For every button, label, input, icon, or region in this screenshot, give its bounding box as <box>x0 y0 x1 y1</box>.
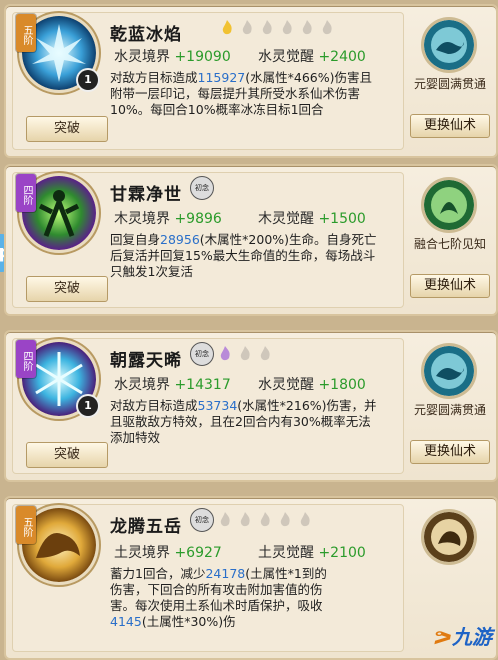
flame-icon <box>240 512 250 527</box>
initial-badge: 初念 <box>190 176 214 200</box>
shield-value: 4145 <box>110 614 142 629</box>
tier-badge: 四阶 <box>16 340 36 378</box>
realm-label: 土灵境界 <box>114 545 170 561</box>
flame-icon <box>300 512 310 527</box>
realm-stat: 土灵境界 +6927 <box>114 542 222 562</box>
star-rating <box>216 510 314 528</box>
site-watermark: ᕗ九游 <box>433 625 492 649</box>
water-beast-icon <box>424 20 474 70</box>
awaken-value: +2400 <box>318 49 366 65</box>
reduce-value: 24178 <box>205 566 246 581</box>
skill-card: 四阶 突破 甘霖净世 初念 木灵境界 +9896 木灵觉醒 +1500 回复自身… <box>4 164 498 316</box>
flame-icon <box>322 20 332 35</box>
realm-value: +19090 <box>174 49 231 65</box>
cultivation-status: 元婴圆满贯通 <box>413 403 486 417</box>
wood-spirit-icon <box>424 180 474 230</box>
awaken-value: +1500 <box>318 211 366 227</box>
awaken-label: 土灵觉醒 <box>258 545 314 561</box>
initial-badge: 初念 <box>190 342 214 366</box>
cultivation-status: 元婴圆满贯通 <box>413 77 486 91</box>
water-beast-icon <box>424 346 474 396</box>
damage-value: 115927 <box>197 70 246 85</box>
initial-badge: 初念 <box>190 508 214 532</box>
tier-badge: 五阶 <box>16 14 36 52</box>
awaken-label: 木灵觉醒 <box>258 211 314 227</box>
stack-count: 1 <box>78 396 98 416</box>
skill-card: 五阶 龙腾五岳 初念 土灵境界 +6927 土灵觉醒 +2100 蓄力1回合，减… <box>4 496 498 660</box>
star-rating <box>216 344 274 362</box>
realm-stat: 水灵境界 +19090 <box>114 46 231 66</box>
awaken-value: +1800 <box>318 377 366 393</box>
realm-stat: 木灵境界 +9896 <box>114 208 222 228</box>
skill-description: 回复自身28956(木属性*200%)生命。自身死亡后复活并回复15%最大生命值… <box>110 232 377 279</box>
realm-stat: 水灵境界 +14317 <box>114 374 231 394</box>
flame-icon <box>262 20 272 35</box>
flame-icon <box>302 20 312 35</box>
realm-label: 木灵境界 <box>114 211 170 227</box>
stack-count: 1 <box>78 70 98 90</box>
flame-icon <box>242 20 252 35</box>
realm-label: 水灵境界 <box>114 377 170 393</box>
skill-name: 龙腾五岳 <box>110 517 182 537</box>
realm-value: +14317 <box>174 377 231 393</box>
realm-label: 水灵境界 <box>114 49 170 65</box>
flame-icon <box>282 20 292 35</box>
flame-icon <box>280 512 290 527</box>
damage-value: 53734 <box>197 398 238 413</box>
skill-description: 对敌方目标造成115927(水属性*466%)伤害且附带一层印记，每层提升其所受… <box>110 70 372 117</box>
flame-icon <box>260 512 270 527</box>
earth-beast-icon <box>424 512 474 562</box>
skill-name: 甘霖净世 <box>110 185 182 205</box>
skill-name: 乾蓝冰焰 <box>110 25 182 45</box>
awaken-value: +2100 <box>318 545 366 561</box>
star-rating <box>218 18 336 36</box>
logo-mark-icon: ᕗ <box>433 625 452 649</box>
break-button[interactable]: 突破 <box>26 276 108 302</box>
change-skill-button[interactable]: 更换仙术 <box>410 114 490 138</box>
flame-icon <box>240 346 250 361</box>
change-skill-button[interactable]: 更换仙术 <box>410 440 490 464</box>
flame-icon <box>220 512 230 527</box>
break-button[interactable]: 突破 <box>26 442 108 468</box>
flame-icon <box>222 20 232 35</box>
tier-badge: 五阶 <box>16 506 36 544</box>
realm-value: +6927 <box>174 545 222 561</box>
skill-card: 四阶 1 突破 朝露天晞 初念 水灵境界 +14317 水灵觉醒 +1800 对… <box>4 330 498 482</box>
awaken-label: 水灵觉醒 <box>258 49 314 65</box>
awaken-stat: 水灵觉醒 +1800 <box>258 374 366 394</box>
realm-value: +9896 <box>174 211 222 227</box>
awaken-stat: 木灵觉醒 +1500 <box>258 208 366 228</box>
change-skill-button[interactable]: 更换仙术 <box>410 274 490 298</box>
break-button[interactable]: 突破 <box>26 116 108 142</box>
awaken-stat: 水灵觉醒 +2400 <box>258 46 366 66</box>
tier-badge: 四阶 <box>16 174 36 212</box>
skill-card: 五阶 1 突破 乾蓝冰焰 水灵境界 +19090 水灵觉醒 +2400 对敌方目… <box>4 4 498 158</box>
skill-description: 对敌方目标造成53734(水属性*216%)伤害，并且驱散敌方特效，且在2回合内… <box>110 398 377 445</box>
skill-description: 蓄力1回合，减少24178(土属性*1到的伤害，下回合的所有攻击附加害值的伤害。… <box>110 566 327 629</box>
skill-name: 朝露天晞 <box>110 351 182 371</box>
heal-value: 28956 <box>160 232 200 247</box>
awaken-stat: 土灵觉醒 +2100 <box>258 542 366 562</box>
cultivation-status: 融合七阶见知 <box>413 237 486 251</box>
flame-icon <box>220 346 230 361</box>
flame-icon <box>260 346 270 361</box>
awaken-label: 水灵觉醒 <box>258 377 314 393</box>
